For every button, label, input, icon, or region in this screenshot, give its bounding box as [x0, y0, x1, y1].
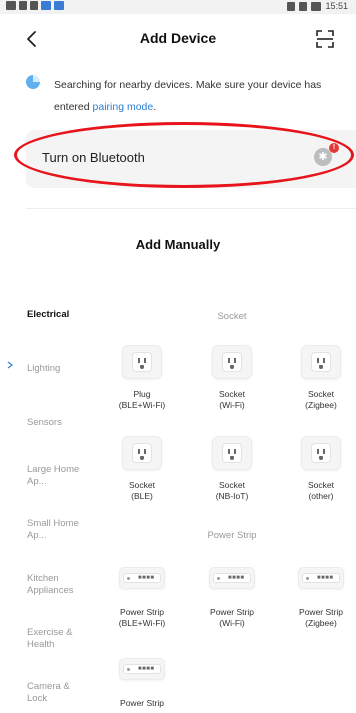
- socket-icon: [122, 345, 162, 379]
- page-title: Add Device: [139, 30, 217, 46]
- device-power-strip-wifi[interactable]: ■■■■ Power Strip (Wi-Fi): [192, 567, 272, 637]
- device-power-strip-ble-wifi[interactable]: ■■■■ Power Strip (BLE+Wi-Fi): [102, 567, 182, 637]
- scan-icon[interactable]: [314, 28, 336, 50]
- signal-icon: [19, 1, 27, 10]
- socket-icon: [301, 436, 341, 470]
- pairing-mode-link[interactable]: pairing mode: [93, 101, 154, 113]
- socket-icon: [212, 436, 252, 470]
- device-socket-other[interactable]: Socket (other): [281, 436, 356, 506]
- status-bar: 15:51: [0, 0, 356, 14]
- category-lighting[interactable]: Lighting: [27, 363, 97, 375]
- category-small-home-appliances[interactable]: Small Home Ap...: [27, 518, 83, 542]
- bluetooth-label: Turn on Bluetooth: [42, 150, 145, 165]
- status-icons-left: [6, 1, 64, 10]
- power-strip-icon: ■■■■: [209, 567, 255, 589]
- turn-on-bluetooth-card[interactable]: Turn on Bluetooth ✱ !: [26, 130, 356, 188]
- loading-spinner-icon: [26, 75, 40, 89]
- category-large-home-appliances[interactable]: Large Home Ap...: [27, 464, 83, 488]
- divider: [26, 208, 356, 209]
- device-power-strip-zigbee[interactable]: ■■■■ Power Strip (Zigbee): [281, 567, 356, 637]
- alert-badge: !: [329, 143, 339, 153]
- device-socket-nb-iot[interactable]: Socket (NB-IoT): [192, 436, 272, 506]
- device-socket-ble[interactable]: Socket (BLE): [102, 436, 182, 506]
- device-socket-zigbee[interactable]: Socket (Zigbee): [281, 345, 356, 415]
- status-icons-right: 15:51: [287, 1, 348, 11]
- group-label-power-strip: Power Strip: [207, 530, 257, 541]
- category-electrical[interactable]: Electrical: [27, 309, 97, 321]
- category-sensors[interactable]: Sensors: [27, 417, 97, 429]
- power-strip-icon: ■■■■: [119, 658, 165, 680]
- device-plug-ble-wifi[interactable]: Plug (BLE+Wi-Fi): [102, 345, 182, 415]
- status-time: 15:51: [325, 1, 348, 11]
- wifi-icon: [30, 1, 38, 10]
- power-strip-icon: ■■■■: [119, 567, 165, 589]
- group-label-socket: Socket: [217, 311, 247, 322]
- alarm-icon: [299, 1, 308, 11]
- socket-icon: [301, 345, 341, 379]
- power-strip-icon: ■■■■: [298, 567, 344, 589]
- header: Add Device: [0, 14, 356, 64]
- app-notification-icon: [54, 1, 64, 10]
- search-message: Searching for nearby devices. Make sure …: [54, 79, 322, 113]
- eye-icon: [287, 1, 296, 11]
- category-kitchen-appliances[interactable]: Kitchen Appliances: [27, 573, 87, 597]
- category-exercise-health[interactable]: Exercise & Health: [27, 627, 87, 651]
- category-camera-lock[interactable]: Camera & Lock: [27, 681, 83, 705]
- sim-icon: [6, 1, 16, 10]
- chevron-right-icon: [7, 361, 13, 369]
- app-notification-icon: [41, 1, 51, 10]
- socket-icon: [212, 345, 252, 379]
- socket-icon: [122, 436, 162, 470]
- add-manually-title: Add Manually: [135, 237, 221, 252]
- device-power-strip[interactable]: ■■■■ Power Strip: [102, 658, 182, 713]
- device-socket-wifi[interactable]: Socket (Wi-Fi): [192, 345, 272, 415]
- battery-icon: [311, 1, 322, 11]
